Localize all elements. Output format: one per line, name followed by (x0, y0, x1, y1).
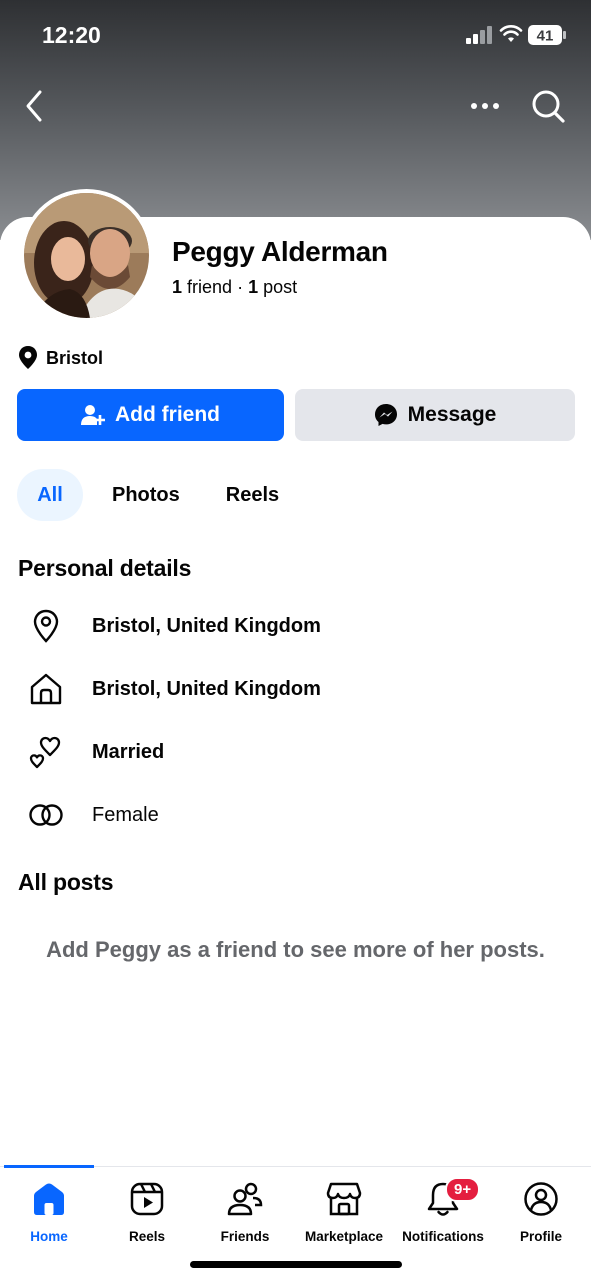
detail-hometown: Bristol, United Kingdom (26, 669, 321, 709)
profile-icon (524, 1182, 558, 1216)
add-friend-label: Add friend (115, 403, 220, 426)
reels-icon (130, 1182, 164, 1216)
detail-text: Female (92, 803, 159, 826)
add-friend-button[interactable]: Add friend (17, 389, 284, 441)
message-button[interactable]: Message (295, 389, 575, 441)
avatar-photo (24, 193, 149, 318)
profile-avatar[interactable] (20, 189, 153, 322)
location-pin-icon (19, 346, 37, 369)
home-icon (26, 669, 66, 709)
marketplace-icon (326, 1182, 362, 1216)
profile-name: Peggy Alderman (172, 236, 388, 267)
detail-text: Married (92, 740, 165, 763)
profile-tabs: All Photos Reels (17, 469, 279, 521)
detail-relationship: Married (26, 732, 164, 772)
detail-current-city: Bristol, United Kingdom (26, 606, 321, 646)
stats-separator: · (237, 277, 244, 297)
nav-label: Profile (519, 1229, 562, 1244)
home-icon (34, 1183, 64, 1215)
location-text: Bristol (46, 347, 104, 368)
friends-count[interactable]: 1 (172, 277, 182, 297)
tab-reels[interactable]: Reels (226, 469, 279, 521)
gender-icon (26, 795, 66, 835)
battery-icon: 41 (528, 25, 566, 45)
nav-label: Notifications (402, 1229, 484, 1244)
cellular-signal-icon (466, 26, 492, 44)
nav-label: Home (30, 1229, 68, 1244)
location-pin-icon (26, 606, 66, 646)
friends-label[interactable]: friend (187, 277, 232, 297)
all-posts-title: All posts (18, 869, 114, 895)
nav-friends[interactable]: Friends (196, 1181, 294, 1244)
detail-text: Bristol, United Kingdom (92, 614, 321, 637)
profile-location: Bristol (18, 346, 103, 370)
personal-details-title: Personal details (18, 555, 192, 581)
nav-marketplace[interactable]: Marketplace (295, 1181, 393, 1244)
notifications-badge: 9+ (445, 1177, 481, 1202)
add-friend-icon (81, 405, 105, 425)
status-time: 12:20 (42, 22, 101, 48)
detail-text: Bristol, United Kingdom (92, 677, 321, 700)
hearts-icon (26, 732, 66, 772)
back-icon[interactable] (22, 88, 48, 124)
messenger-icon (374, 404, 397, 426)
wifi-icon (499, 25, 523, 42)
detail-gender: Female (26, 795, 159, 835)
more-icon[interactable] (469, 96, 501, 116)
home-indicator (190, 1261, 402, 1268)
status-bar: 12:20 41 (0, 0, 591, 70)
nav-label: Friends (220, 1229, 270, 1244)
battery-level: 41 (537, 28, 554, 45)
posts-label: post (263, 277, 298, 297)
active-tab-indicator (4, 1165, 94, 1168)
nav-label: Reels (128, 1229, 166, 1244)
nav-home[interactable]: Home (0, 1181, 98, 1244)
tab-photos[interactable]: Photos (112, 469, 180, 521)
profile-stats: 1 friend · 1 post (172, 277, 297, 298)
posts-hidden-message: Add Peggy as a friend to see more of her… (46, 937, 545, 962)
nav-reels[interactable]: Reels (98, 1181, 196, 1244)
tab-all[interactable]: All (17, 469, 83, 521)
message-label: Message (407, 403, 497, 426)
nav-profile[interactable]: Profile (492, 1181, 590, 1244)
friends-icon (227, 1182, 263, 1216)
search-icon[interactable] (530, 88, 566, 124)
nav-label: Marketplace (304, 1229, 384, 1244)
posts-count: 1 (248, 277, 259, 297)
